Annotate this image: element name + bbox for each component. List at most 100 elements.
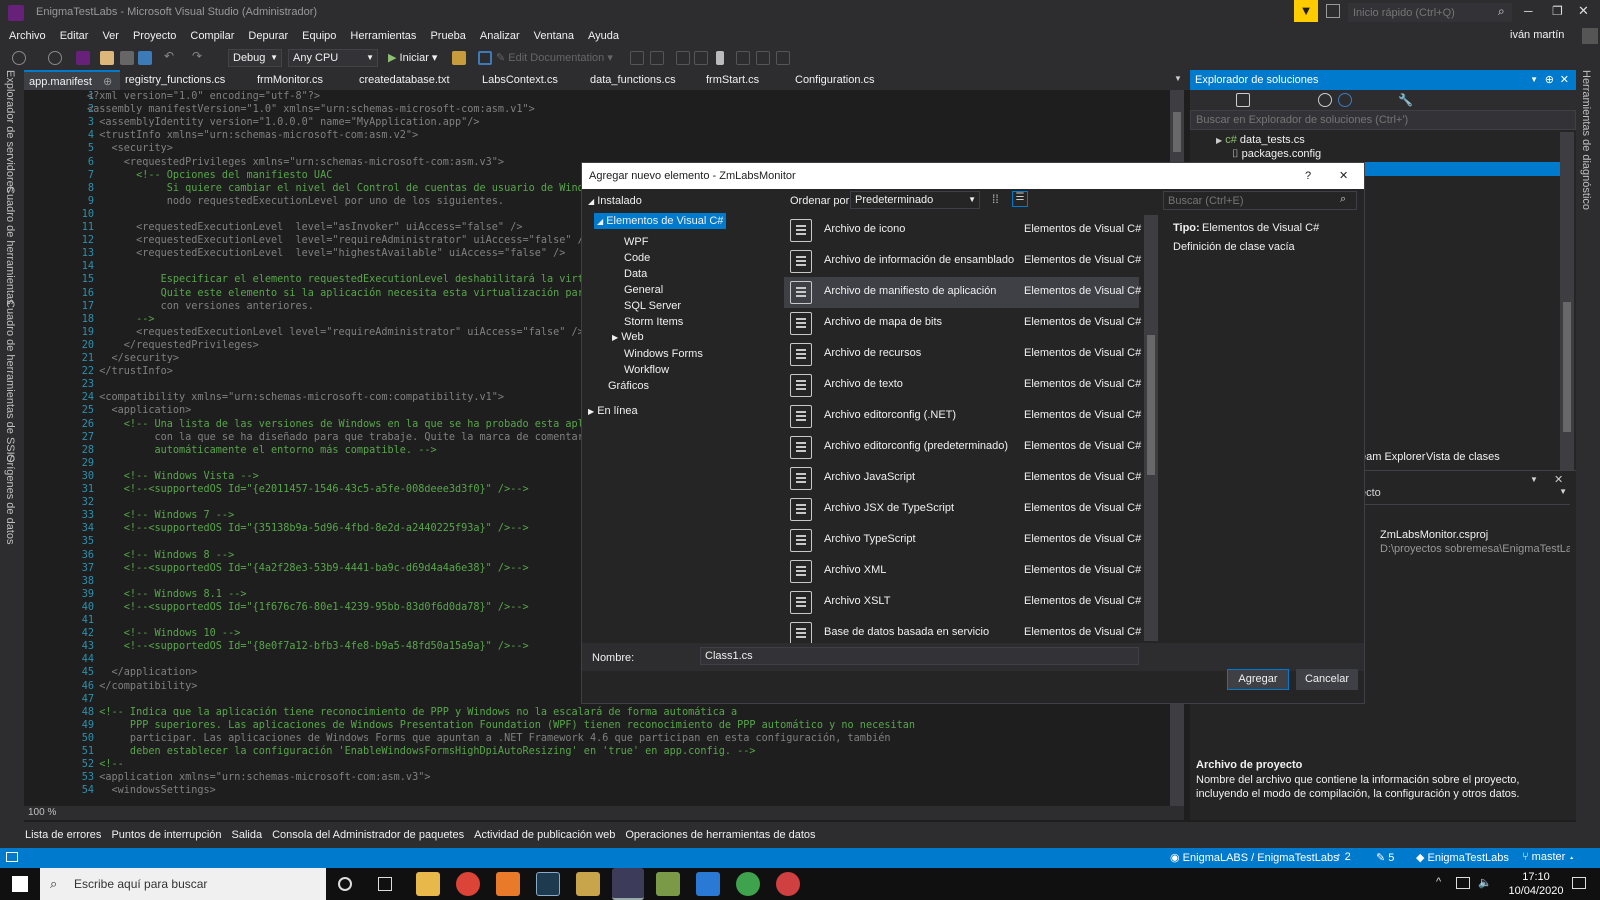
code-line[interactable]: <compatibility xmlns="urn:schemas-micros… [87, 391, 504, 404]
tab-team-explorer[interactable]: eam Explorer [1360, 451, 1425, 463]
restore-button[interactable]: ❐ [1552, 4, 1563, 18]
expand-icon[interactable]: ▶ [1216, 136, 1222, 145]
code-line[interactable]: <!-- [87, 758, 124, 771]
template-search-input[interactable] [1163, 191, 1357, 210]
media-player-icon[interactable] [496, 872, 520, 896]
code-line[interactable]: con la que se ha diseñado para que traba… [87, 431, 608, 444]
template-item[interactable]: Archivo de recursos Elementos de Visual C… [784, 339, 1141, 370]
code-line[interactable]: Si quiere cambiar el nivel del Control d… [87, 182, 603, 195]
taskbar-date[interactable]: 10/04/2020 [1508, 885, 1564, 897]
tab-web-publish-activity[interactable]: Actividad de publicación web [469, 822, 620, 848]
menu-ventana[interactable]: Ventana [527, 26, 581, 46]
tab-app-manifest[interactable]: app.manifest ⊕ ✕ [24, 70, 120, 108]
code-line[interactable]: Quite este elemento si la aplicación nec… [87, 287, 609, 300]
tree-online[interactable]: ▶ En línea [588, 405, 638, 417]
code-line[interactable]: <application xmlns="urn:schemas-microsof… [87, 771, 430, 784]
tree-item-windows-forms[interactable]: Windows Forms [624, 348, 703, 360]
template-item[interactable]: Archivo editorconfig (predeterminado) Ele… [784, 432, 1141, 463]
code-line[interactable]: </trustInfo> [87, 365, 173, 378]
tab-class-view[interactable]: Vista de clases [1426, 451, 1500, 463]
save-all-icon[interactable] [138, 51, 152, 65]
network-icon[interactable] [1456, 877, 1470, 889]
edit-documentation-button[interactable]: ✎ Edit Documentation ▾ [496, 49, 613, 67]
properties-selector[interactable]: ecto ▼ [1360, 487, 1570, 505]
search-icon[interactable]: ⌕ [1340, 193, 1346, 206]
back-icon[interactable] [12, 51, 26, 65]
tab-registry-functions[interactable]: registry_functions.cs [120, 70, 225, 90]
avatar[interactable] [1582, 28, 1598, 44]
feedback-icon[interactable] [1326, 4, 1340, 18]
menu-analizar[interactable]: Analizar [473, 26, 527, 46]
list-view-icon[interactable]: ☰ [1012, 191, 1028, 207]
template-item[interactable]: Archivo editorconfig (.NET) Elementos de … [784, 401, 1141, 432]
tree-item-web[interactable]: ▶ Web [612, 331, 644, 343]
solution-search-input[interactable] [1190, 110, 1576, 130]
chrome-icon[interactable] [456, 872, 480, 896]
small-icons-view-icon[interactable]: ⁞⁞ [992, 192, 1006, 206]
menu-equipo[interactable]: Equipo [295, 26, 343, 46]
tree-item-sql-server[interactable]: SQL Server [624, 300, 681, 312]
scrollbar-thumb[interactable] [1563, 302, 1571, 432]
code-line[interactable]: PPP superiores. Las aplicaciones de Wind… [87, 719, 915, 732]
code-line[interactable]: <!-- Windows 7 --> [87, 509, 234, 522]
code-line[interactable]: <!-- Windows 8 --> [87, 549, 234, 562]
platform-select[interactable]: Any CPU ▼ [288, 49, 378, 67]
tab-ssis-toolbox[interactable]: Cuadro de herramientas de SSIS [4, 300, 16, 462]
sync-icon[interactable] [1318, 93, 1332, 107]
tab-breakpoints[interactable]: Puntos de interrupción [106, 822, 226, 848]
tree-item-storm-items[interactable]: Storm Items [624, 316, 683, 328]
pin-icon[interactable]: ⊕ [103, 76, 112, 88]
tab-package-manager-console[interactable]: Consola del Administrador de paquetes [267, 822, 469, 848]
code-line[interactable]: participar. Las aplicaciones de Windows … [87, 732, 891, 745]
code-line[interactable]: <!--<supportedOS Id="{35138b9a-5d96-4fbd… [87, 522, 529, 535]
code-line[interactable]: <requestedExecutionLevel level="highestA… [87, 247, 565, 260]
file-explorer-icon[interactable] [416, 872, 440, 896]
user-name[interactable]: iván martín [1510, 29, 1564, 41]
volume-icon[interactable]: 🔈 [1478, 876, 1492, 889]
browser-link-icon[interactable] [452, 51, 466, 65]
save-icon[interactable] [120, 51, 134, 65]
code-line[interactable]: con versiones anteriores. [87, 300, 314, 313]
close-button[interactable]: ✕ [1578, 3, 1589, 19]
code-line[interactable]: <!-- Indica que la aplicación tiene reco… [87, 706, 737, 719]
new-project-icon[interactable] [76, 51, 90, 65]
comment-icon[interactable] [630, 51, 644, 65]
menu-depurar[interactable]: Depurar [241, 26, 295, 46]
code-line[interactable]: <requestedPrivileges xmlns="urn:schemas-… [87, 156, 504, 169]
template-item[interactable]: Archivo TypeScript Elementos de Visual C# [784, 525, 1141, 556]
menu-prueba[interactable]: Prueba [423, 26, 472, 46]
sql-server-icon[interactable] [576, 872, 600, 896]
code-line[interactable]: </application> [87, 666, 198, 679]
clear-bookmarks-icon[interactable] [776, 51, 790, 65]
undo-icon[interactable]: ↶ [164, 49, 178, 63]
tree-item-visual-csharp[interactable]: ◢ Elementos de Visual C# [594, 213, 727, 229]
code-line[interactable]: <windowsSettings> [87, 784, 216, 797]
tab-createdatabase[interactable]: createdatabase.txt [354, 70, 450, 90]
bookmark-icon[interactable] [716, 51, 724, 65]
menu-ver[interactable]: Ver [95, 26, 126, 46]
branch-status[interactable]: ⑂ master ▴ [1522, 851, 1575, 863]
tab-frmmonitor[interactable]: frmMonitor.cs [252, 70, 323, 90]
name-input[interactable] [700, 647, 1139, 665]
code-line[interactable]: </security> [87, 352, 179, 365]
azure-devops-icon[interactable] [696, 872, 720, 896]
zoom-level[interactable]: 100 % [28, 807, 56, 818]
task-view-icon[interactable] [378, 877, 392, 891]
tab-toolbox[interactable]: Cuadro de herramientas [4, 186, 16, 305]
tab-configuration[interactable]: Configuration.cs [790, 70, 875, 90]
menu-editar[interactable]: Editar [53, 26, 96, 46]
pin-icon[interactable]: ⊕ [1545, 70, 1554, 90]
code-line[interactable]: <assemblyIdentity version="1.0.0.0" name… [87, 116, 479, 129]
code-line[interactable]: <!--<supportedOS Id="{1f676c76-80e1-4239… [87, 601, 529, 614]
taskbar-time[interactable]: 17:10 [1514, 871, 1558, 883]
tab-diagnostic-tools[interactable]: Herramientas de diagnóstico [1580, 70, 1592, 210]
refresh-icon[interactable] [1338, 93, 1352, 107]
tab-labscontext[interactable]: LabsContext.cs [477, 70, 558, 90]
menu-herramientas[interactable]: Herramientas [343, 26, 423, 46]
tree-item-wpf[interactable]: WPF [624, 236, 648, 248]
dialog-close-button[interactable]: ✕ [1339, 163, 1348, 189]
tree-item-packages-config[interactable]: ⌷ packages.config [1232, 148, 1321, 161]
windows-start-icon[interactable] [12, 876, 28, 892]
code-line[interactable]: <!-- Windows Vista --> [87, 470, 259, 483]
selected-tree-row[interactable] [1365, 162, 1560, 176]
